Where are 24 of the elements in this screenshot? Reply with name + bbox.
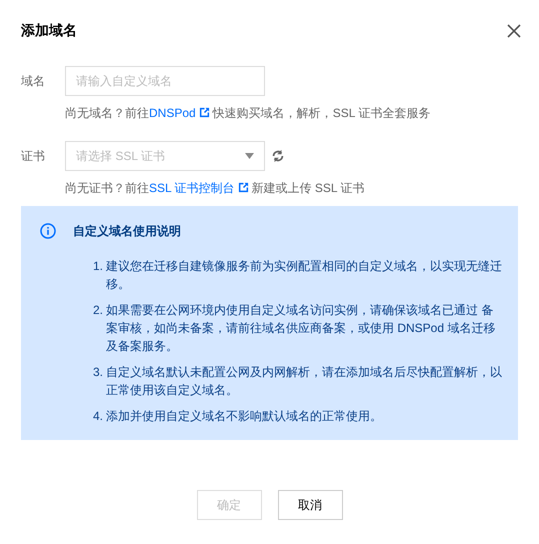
- notice-item: 建议您在迁移自建镜像服务前为实例配置相同的自定义域名，以实现无缝迁移。: [106, 258, 502, 293]
- info-icon: [40, 223, 56, 239]
- field-hint: 尚无证书？前往SSL 证书控制台 新建或上传 SSL 证书: [65, 180, 364, 196]
- dialog-title: 添加域名: [21, 21, 77, 40]
- list-number: 3.: [93, 364, 104, 381]
- external-link-icon: [238, 182, 249, 193]
- refresh-icon[interactable]: [271, 149, 285, 163]
- list-number: 4.: [93, 408, 104, 425]
- notice-item: 添加并使用自定义域名不影响默认域名的正常使用。: [106, 408, 383, 425]
- field-label: 域名: [21, 73, 46, 90]
- notice-item: 如果需要在公网环境内使用自定义域名访问实例，请确保该域名已通过 备案审核，如尚未备案，请前往域名供应商备案，或使用 DNSPod 域名迁移及备案服务。: [106, 302, 496, 355]
- domain-input-field[interactable]: 请输入自定义域名: [65, 66, 265, 96]
- hint-link[interactable]: SSL 证书控制台: [149, 181, 235, 195]
- field-hint: 尚无域名？前往DNSPod 快速购买域名，解析，SSL 证书全套服务: [65, 105, 430, 121]
- notice-title: 自定义域名使用说明: [73, 223, 181, 240]
- caret-icon: [245, 153, 254, 159]
- cancel-button[interactable]: 取消: [278, 490, 342, 520]
- list-number: 1.: [93, 258, 104, 275]
- close-icon[interactable]: [507, 22, 523, 38]
- list-number: 2.: [93, 302, 104, 319]
- external-link-icon: [198, 107, 210, 118]
- hint-link[interactable]: DNSPod: [149, 106, 196, 120]
- notice-item: 自定义域名默认未配置公网及内网解析，请在添加域名后尽快配置解析，以正常使用该自定义域名。: [106, 364, 502, 399]
- field-label: 证书: [21, 148, 46, 165]
